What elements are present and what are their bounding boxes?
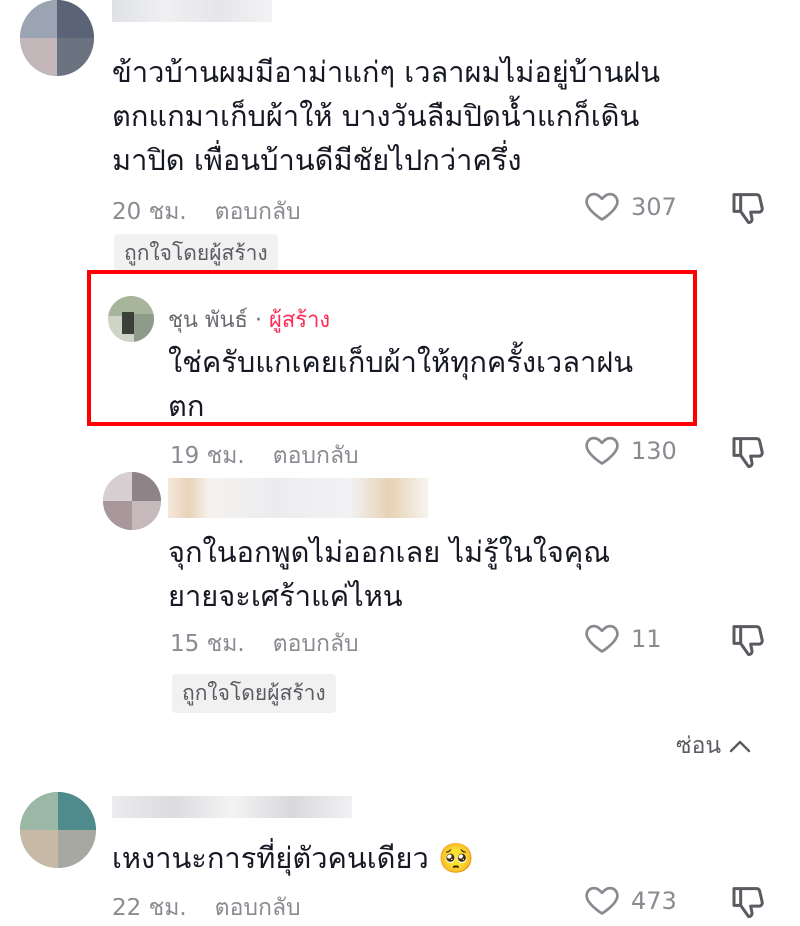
heart-outline-icon[interactable] xyxy=(582,619,622,657)
avatar[interactable] xyxy=(108,296,154,342)
creator-label: ผู้สร้าง xyxy=(268,308,331,333)
thumbs-down-icon[interactable] xyxy=(729,620,769,660)
avatar[interactable] xyxy=(20,792,96,868)
liked-by-creator-badge: ถูกใจโดยผู้สร้าง xyxy=(114,234,278,273)
liked-by-creator-badge: ถูกใจโดยผู้สร้าง xyxy=(172,674,336,713)
like-count: 130 xyxy=(631,437,677,465)
avatar[interactable] xyxy=(20,0,94,76)
comment-text: ใช่ครับแกเคยเก็บผ้าให้ทุกครั้งเวลาฝน ตก xyxy=(168,345,634,423)
thumbs-down-icon[interactable] xyxy=(729,188,769,228)
heart-outline-icon[interactable] xyxy=(582,431,622,469)
pleading-face-emoji: 🥺 xyxy=(437,841,475,875)
like-count: 473 xyxy=(631,887,677,915)
blurred-username[interactable] xyxy=(112,796,352,818)
reply-button[interactable]: ตอบกลับ xyxy=(215,199,301,225)
reply-button[interactable]: ตอบกลับ xyxy=(273,631,359,657)
reply-button[interactable]: ตอบกลับ xyxy=(215,895,301,921)
like-count: 307 xyxy=(631,193,677,221)
chevron-up-icon xyxy=(730,740,751,752)
timestamp: 19 ชม. xyxy=(170,443,245,469)
avatar[interactable] xyxy=(103,472,161,530)
comment-text: ข้าวบ้านผมมีอาม่าแก่ๆ เวลาผมไม่อยู่บ้านฝ… xyxy=(112,55,661,177)
blurred-username[interactable] xyxy=(168,478,428,518)
thumbs-down-icon[interactable] xyxy=(729,882,769,922)
timestamp: 15 ชม. xyxy=(170,631,245,657)
comment-meta: 19 ชม. ตอบกลับ xyxy=(170,438,359,474)
thumbs-down-icon[interactable] xyxy=(729,432,769,472)
comment-text: จุกในอกพูดไม่ออกเลย ไม่รู้ในใจคุณ ยายจะเ… xyxy=(168,535,611,613)
heart-outline-icon[interactable] xyxy=(582,881,622,919)
blurred-username[interactable] xyxy=(112,0,272,22)
author-name[interactable]: ชุน พันธ์ · ผู้สร้าง xyxy=(168,302,330,337)
comment-meta: 20 ชม. ตอบกลับ xyxy=(112,194,301,230)
timestamp: 22 ชม. xyxy=(112,895,187,921)
hide-label: ซ่อน xyxy=(676,733,722,759)
comment-text: เหงานะการที่ยุ่ตัวคนเดียว 🥺 xyxy=(112,841,475,875)
heart-outline-icon[interactable] xyxy=(582,187,622,225)
reply-button[interactable]: ตอบกลับ xyxy=(273,443,359,469)
timestamp: 20 ชม. xyxy=(112,199,187,225)
hide-replies-button[interactable]: ซ่อน xyxy=(676,728,752,764)
comment-meta: 15 ชม. ตอบกลับ xyxy=(170,626,359,662)
author-name-text[interactable]: ชุน พันธ์ xyxy=(168,308,248,333)
like-count: 11 xyxy=(631,625,662,653)
comment-meta: 22 ชม. ตอบกลับ xyxy=(112,890,301,926)
separator: · xyxy=(254,308,262,333)
